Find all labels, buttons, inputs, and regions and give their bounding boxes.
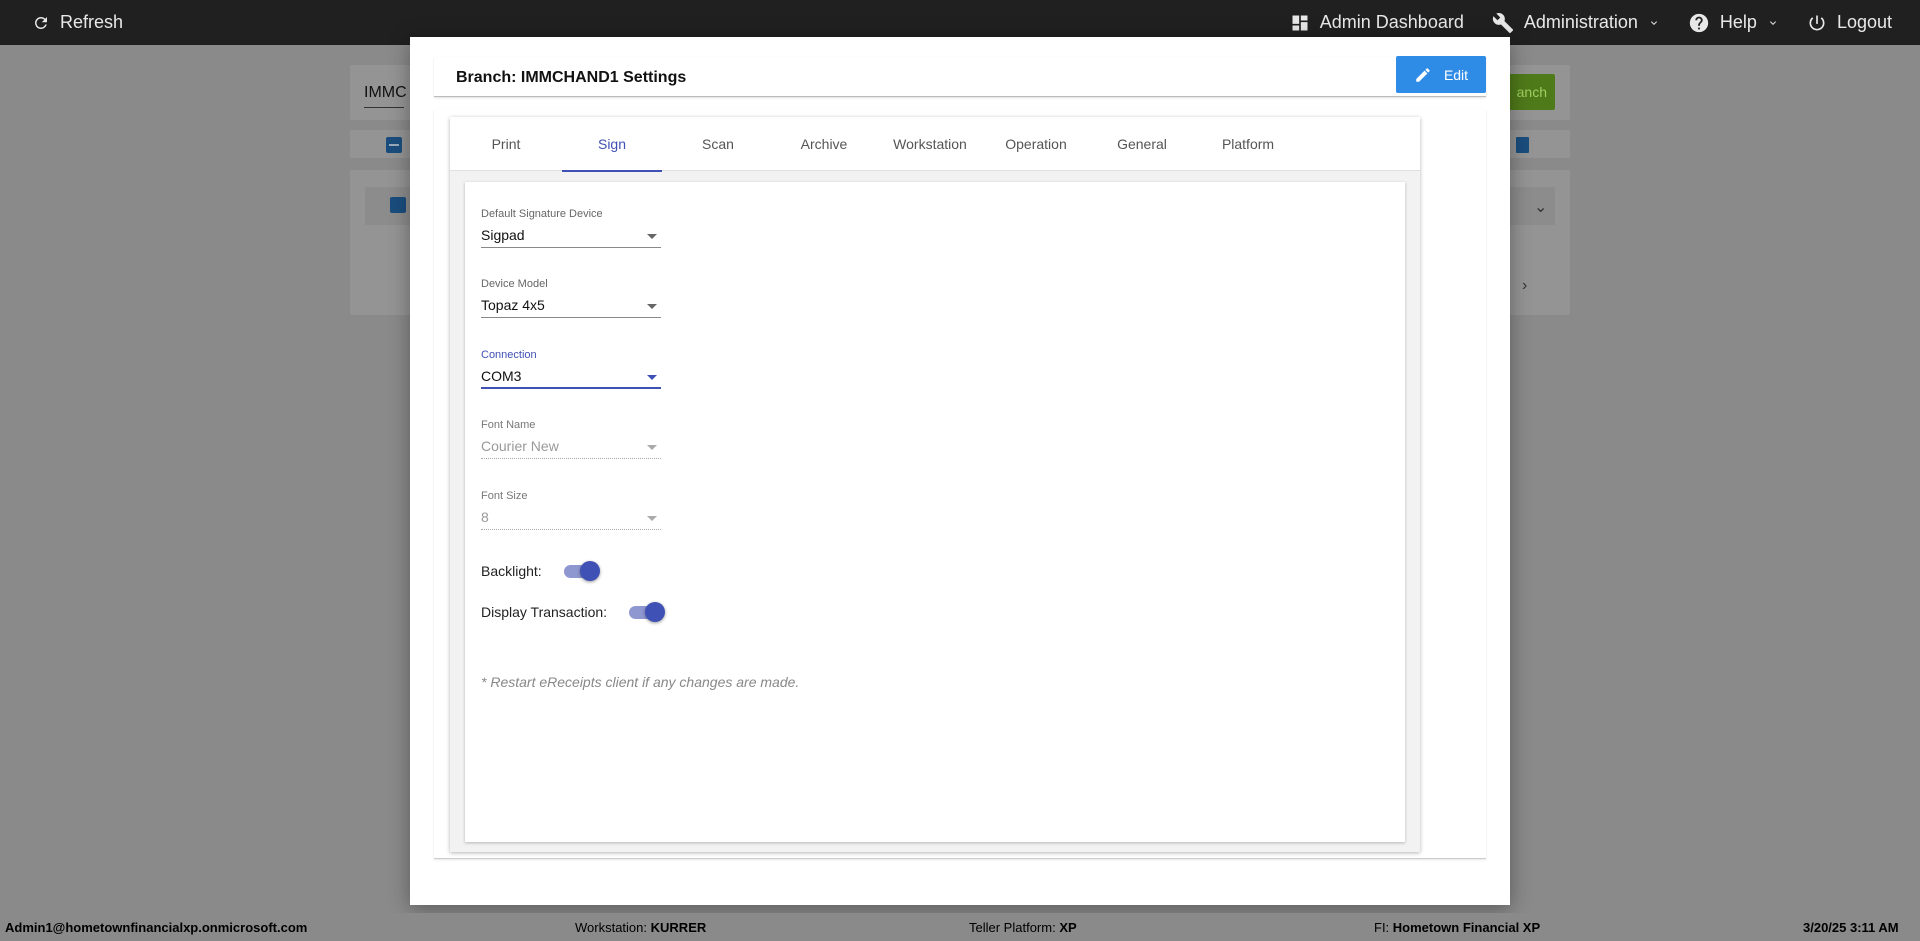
font-name-field: Font Name Courier New bbox=[481, 419, 661, 459]
field-label: Default Signature Device bbox=[481, 208, 603, 220]
chevron-down-icon bbox=[1769, 20, 1776, 25]
footer-datetime: 3/20/25 3:11 AM bbox=[1803, 920, 1899, 935]
refresh-icon bbox=[34, 16, 47, 29]
backlight-label: Backlight: bbox=[481, 563, 542, 579]
status-bar: Admin1@hometownfinancialxp.onmicrosoft.c… bbox=[0, 913, 1920, 941]
select-value: COM3 bbox=[481, 368, 522, 384]
help-icon bbox=[1689, 13, 1709, 32]
backlight-toggle[interactable] bbox=[563, 561, 600, 581]
chevron-down-icon bbox=[1650, 20, 1657, 25]
dropdown-arrow-icon bbox=[647, 445, 657, 450]
footer-workstation: Workstation: KURRER bbox=[575, 920, 706, 935]
pencil-icon bbox=[1416, 67, 1430, 82]
settings-card: Print Sign Scan Archive Workstation Oper… bbox=[450, 117, 1420, 852]
dropdown-arrow-icon bbox=[647, 304, 657, 309]
device-model-select[interactable]: Topaz 4x5 bbox=[481, 292, 661, 318]
connection-select[interactable]: COM3 bbox=[481, 363, 661, 389]
display-transaction-label: Display Transaction: bbox=[481, 604, 608, 620]
background-chevron-right-icon: › bbox=[1522, 277, 1528, 294]
toggle-thumb bbox=[645, 602, 666, 622]
footer-user: Admin1@hometownfinancialxp.onmicrosoft.c… bbox=[5, 920, 307, 935]
tab-label: Operation bbox=[1005, 136, 1067, 152]
select-value: Topaz 4x5 bbox=[481, 297, 545, 313]
footer-fi: FI: Hometown Financial XP bbox=[1374, 920, 1540, 935]
tab-archive[interactable]: Archive bbox=[774, 117, 874, 171]
font-size-field: Font Size 8 bbox=[481, 490, 661, 530]
dashboard-icon bbox=[1292, 15, 1308, 30]
background-checkbox-icon bbox=[390, 197, 406, 213]
branch-settings-dialog: Branch: IMMCHAND1 Settings Edit Print Si… bbox=[410, 37, 1510, 905]
footer-teller-platform: Teller Platform: XP bbox=[969, 920, 1077, 935]
settings-tabs: Print Sign Scan Archive Workstation Oper… bbox=[450, 117, 1420, 172]
help-menu[interactable]: Help bbox=[1688, 12, 1779, 34]
dialog-body: Print Sign Scan Archive Workstation Oper… bbox=[434, 109, 1486, 859]
tab-label: Platform bbox=[1221, 136, 1275, 152]
fi-label: FI: bbox=[1374, 920, 1390, 935]
tab-scan[interactable]: Scan bbox=[668, 117, 768, 171]
edit-button[interactable]: Edit bbox=[1396, 56, 1486, 93]
backlight-row: Backlight: bbox=[481, 561, 600, 581]
user-email: Admin1@hometownfinancialxp.onmicrosoft.c… bbox=[5, 920, 308, 935]
edit-label: Edit bbox=[1443, 66, 1469, 83]
logout-label: Logout bbox=[1836, 12, 1892, 32]
default-signature-device-select[interactable]: Sigpad bbox=[481, 222, 661, 248]
tab-platform[interactable]: Platform bbox=[1198, 117, 1298, 171]
admin-dashboard-label: Admin Dashboard bbox=[1319, 12, 1464, 32]
tab-label: Workstation bbox=[893, 136, 967, 152]
default-signature-device-field: Default Signature Device Sigpad bbox=[481, 208, 661, 248]
workstation-value: KURRER bbox=[650, 920, 707, 935]
toggle-thumb bbox=[579, 561, 600, 581]
background-trash-icon bbox=[1516, 137, 1529, 153]
sign-settings-form: Default Signature Device Sigpad Device M… bbox=[465, 182, 1405, 842]
background-search-underline bbox=[364, 107, 404, 108]
tab-label: Scan bbox=[702, 136, 734, 152]
display-transaction-row: Display Transaction: bbox=[481, 602, 666, 622]
administration-menu[interactable]: Administration bbox=[1492, 12, 1660, 34]
help-label: Help bbox=[1719, 12, 1757, 32]
font-name-select: Courier New bbox=[481, 433, 661, 459]
tab-label: Sign bbox=[597, 136, 627, 152]
logout-button[interactable]: Logout bbox=[1807, 12, 1892, 33]
dropdown-arrow-icon bbox=[647, 516, 657, 521]
refresh-button[interactable]: Refresh bbox=[32, 0, 123, 45]
administration-label: Administration bbox=[1523, 12, 1638, 32]
tab-sign[interactable]: Sign bbox=[562, 117, 662, 172]
field-label: Device Model bbox=[481, 278, 548, 290]
teller-platform-value: XP bbox=[1059, 920, 1077, 935]
tab-operation[interactable]: Operation bbox=[986, 117, 1086, 171]
restart-note: * Restart eReceipts client if any change… bbox=[481, 674, 800, 690]
background-chevron-down-icon: ⌄ bbox=[1534, 199, 1548, 216]
select-value: Courier New bbox=[481, 438, 559, 454]
tab-general[interactable]: General bbox=[1092, 117, 1192, 171]
teller-platform-label: Teller Platform: bbox=[969, 920, 1056, 935]
tab-workstation[interactable]: Workstation bbox=[880, 117, 980, 171]
tab-label: Print bbox=[491, 136, 521, 152]
tab-print[interactable]: Print bbox=[456, 117, 556, 171]
dialog-header: Branch: IMMCHAND1 Settings Edit bbox=[434, 56, 1486, 97]
datetime-value: 3/20/25 3:11 AM bbox=[1803, 920, 1899, 935]
dropdown-arrow-icon bbox=[647, 375, 657, 380]
field-label: Font Size bbox=[481, 490, 528, 502]
fi-value: Hometown Financial XP bbox=[1392, 920, 1541, 935]
workstation-label: Workstation: bbox=[575, 920, 648, 935]
select-value: 8 bbox=[481, 509, 489, 525]
select-value: Sigpad bbox=[481, 227, 525, 243]
tab-label: General bbox=[1117, 136, 1167, 152]
dropdown-arrow-icon bbox=[647, 234, 657, 239]
wrench-icon bbox=[1492, 12, 1513, 33]
field-label: Connection bbox=[481, 349, 537, 361]
field-label: Font Name bbox=[481, 419, 536, 431]
connection-field: Connection COM3 bbox=[481, 349, 661, 389]
dialog-title: Branch: IMMCHAND1 Settings bbox=[456, 69, 687, 86]
tab-label: Archive bbox=[800, 136, 848, 152]
background-deselect-icon bbox=[386, 137, 402, 153]
admin-dashboard-link[interactable]: Admin Dashboard bbox=[1290, 12, 1464, 33]
font-size-select: 8 bbox=[481, 504, 661, 530]
device-model-field: Device Model Topaz 4x5 bbox=[481, 278, 661, 318]
power-icon bbox=[1809, 15, 1825, 30]
display-transaction-toggle[interactable] bbox=[629, 602, 666, 622]
background-search-value: IMMC bbox=[364, 84, 407, 101]
refresh-label: Refresh bbox=[60, 12, 124, 32]
